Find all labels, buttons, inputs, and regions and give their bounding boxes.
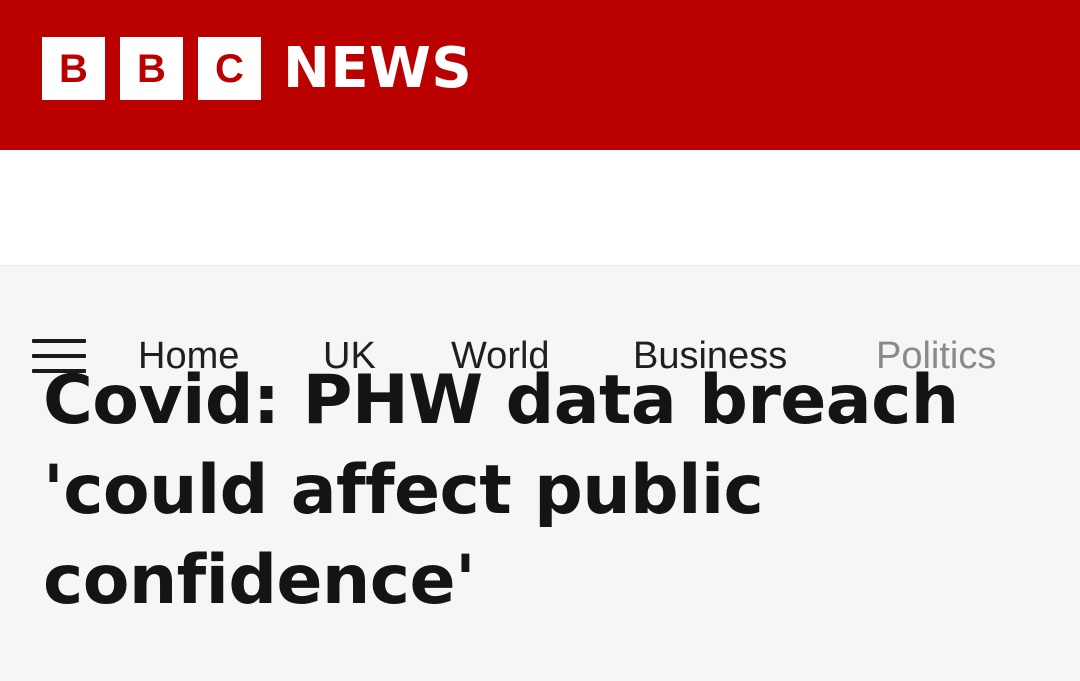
news-wordmark[interactable]: NEWS [283,34,472,104]
bbc-logo-letter-c: C [198,37,261,100]
masthead: B B C NEWS [0,0,1080,150]
article-header: Covid: PHW data breach 'could affect pub… [43,356,1033,626]
bbc-logo[interactable]: B B C [42,37,261,100]
article-headline: Covid: PHW data breach 'could affect pub… [43,361,959,620]
bbc-logo-letter-b1: B [42,37,105,100]
bbc-logo-letter-b2: B [120,37,183,100]
navigation-bar: Home UK World Business Politics [0,150,1080,377]
menu-line-top [32,339,86,343]
